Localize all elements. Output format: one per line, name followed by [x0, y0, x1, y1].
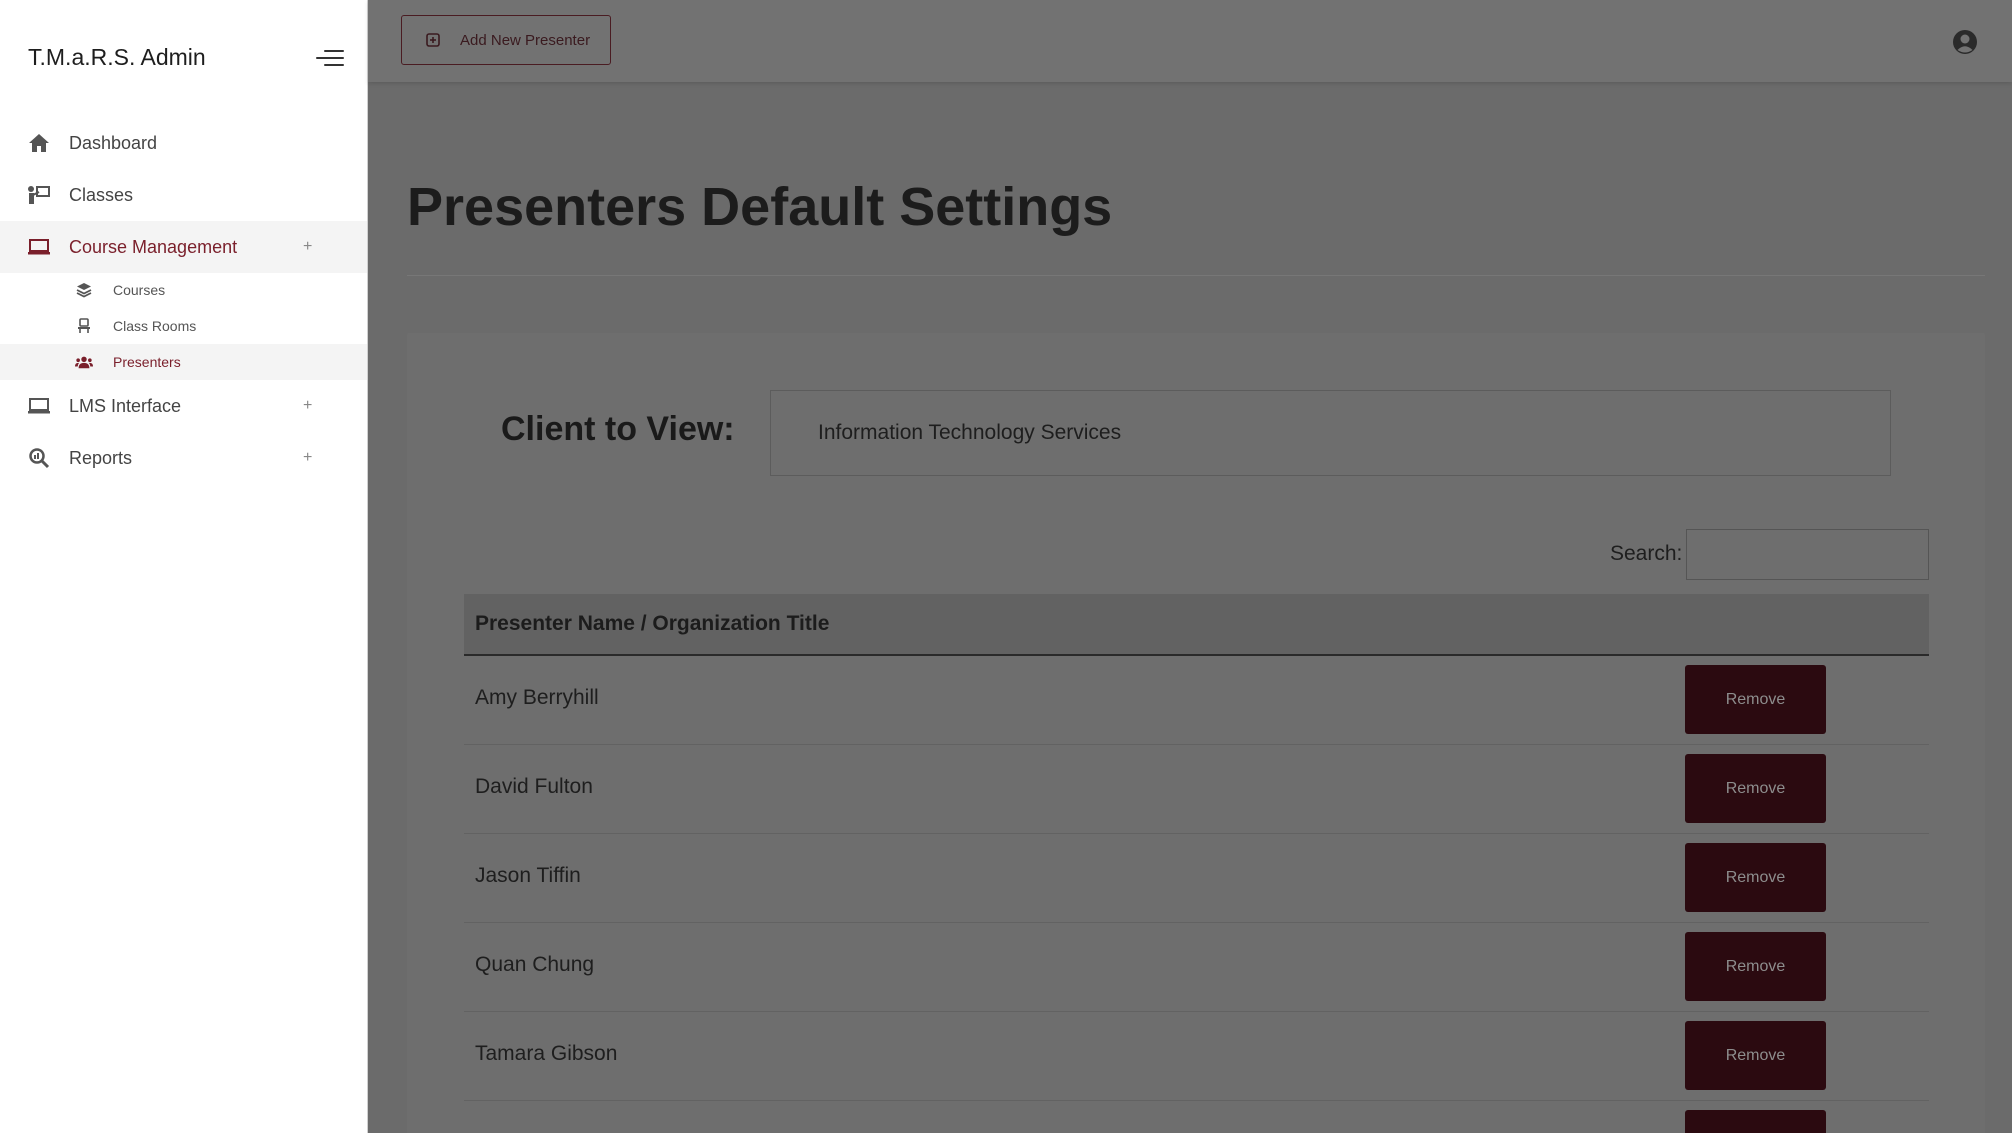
sidebar-subitem-label: Class Rooms — [113, 318, 197, 334]
sidebar-item-label: Classes — [69, 184, 134, 205]
sidebar-item-label: LMS Interface — [69, 395, 182, 416]
home-icon — [27, 131, 51, 155]
expand-icon[interactable]: + — [303, 397, 312, 415]
client-select[interactable]: Information Technology Services — [770, 390, 1891, 476]
menu-toggle-icon[interactable] — [314, 47, 344, 69]
magnify-icon — [27, 446, 51, 470]
laptop-icon — [27, 394, 51, 418]
remove-button[interactable]: Remove — [1685, 932, 1826, 1001]
sidebar-subitem-label: Presenters — [113, 354, 181, 370]
table-row: Amy Berryhill Remove — [464, 656, 1929, 745]
presenter-name: Quan Chung — [475, 953, 595, 976]
user-account-icon[interactable] — [1952, 29, 1978, 55]
sidebar: T.M.a.R.S. Admin Dashboard Classes Cours… — [0, 0, 368, 1133]
sidebar-subitem-presenters[interactable]: Presenters — [0, 344, 367, 380]
table-row: Jason Tiffin Remove — [464, 834, 1929, 923]
sidebar-item-dashboard[interactable]: Dashboard — [0, 117, 367, 169]
presenter-name: Amy Berryhill — [475, 686, 599, 709]
expand-icon[interactable]: + — [303, 449, 312, 467]
presenter-name: Tamara Gibson — [475, 1042, 618, 1065]
column-header-name[interactable]: Presenter Name / Organization Title — [475, 612, 829, 636]
expand-icon[interactable]: + — [303, 238, 312, 256]
sidebar-subitem-class-rooms[interactable]: Class Rooms — [0, 308, 367, 344]
users-icon — [75, 353, 93, 371]
remove-button[interactable] — [1685, 1110, 1826, 1133]
remove-button[interactable]: Remove — [1685, 843, 1826, 912]
presenter-name: Jason Tiffin — [475, 864, 581, 887]
plus-square-icon — [426, 33, 440, 47]
layers-icon — [75, 281, 93, 299]
add-presenter-label: Add New Presenter — [460, 31, 591, 49]
brand-title[interactable]: T.M.a.R.S. Admin — [28, 44, 206, 71]
sidebar-item-label: Dashboard — [69, 132, 158, 153]
presenter-board-icon — [27, 183, 51, 207]
remove-button[interactable]: Remove — [1685, 665, 1826, 734]
presenter-name: David Fulton — [475, 775, 593, 798]
table-row: Tamara Gibson Remove — [464, 1012, 1929, 1101]
sidebar-subitem-courses[interactable]: Courses — [0, 272, 367, 308]
sidebar-item-label: Reports — [69, 447, 133, 468]
add-presenter-button[interactable]: Add New Presenter — [401, 15, 611, 65]
divider — [407, 275, 1985, 276]
table-header: Presenter Name / Organization Title — [464, 594, 1929, 656]
sidebar-item-course-management[interactable]: Course Management + — [0, 221, 367, 273]
sidebar-item-label: Course Management — [69, 236, 238, 257]
search-input[interactable] — [1686, 529, 1929, 580]
sidebar-item-reports[interactable]: Reports + — [0, 432, 367, 484]
sidebar-item-lms-interface[interactable]: LMS Interface + — [0, 380, 367, 432]
table-row — [464, 1101, 1929, 1133]
table-row: Quan Chung Remove — [464, 923, 1929, 1012]
laptop-icon — [27, 235, 51, 259]
sidebar-item-classes[interactable]: Classes — [0, 169, 367, 221]
page-title: Presenters Default Settings — [407, 177, 1113, 237]
search-label: Search: — [1610, 542, 1683, 565]
table-row: David Fulton Remove — [464, 745, 1929, 834]
sidebar-subitem-label: Courses — [113, 282, 166, 298]
client-select-value: Information Technology Services — [818, 421, 1122, 444]
remove-button[interactable]: Remove — [1685, 754, 1826, 823]
client-label: Client to View: — [501, 410, 735, 448]
top-bar: Add New Presenter — [368, 0, 2012, 82]
remove-button[interactable]: Remove — [1685, 1021, 1826, 1090]
chair-icon — [75, 317, 93, 335]
